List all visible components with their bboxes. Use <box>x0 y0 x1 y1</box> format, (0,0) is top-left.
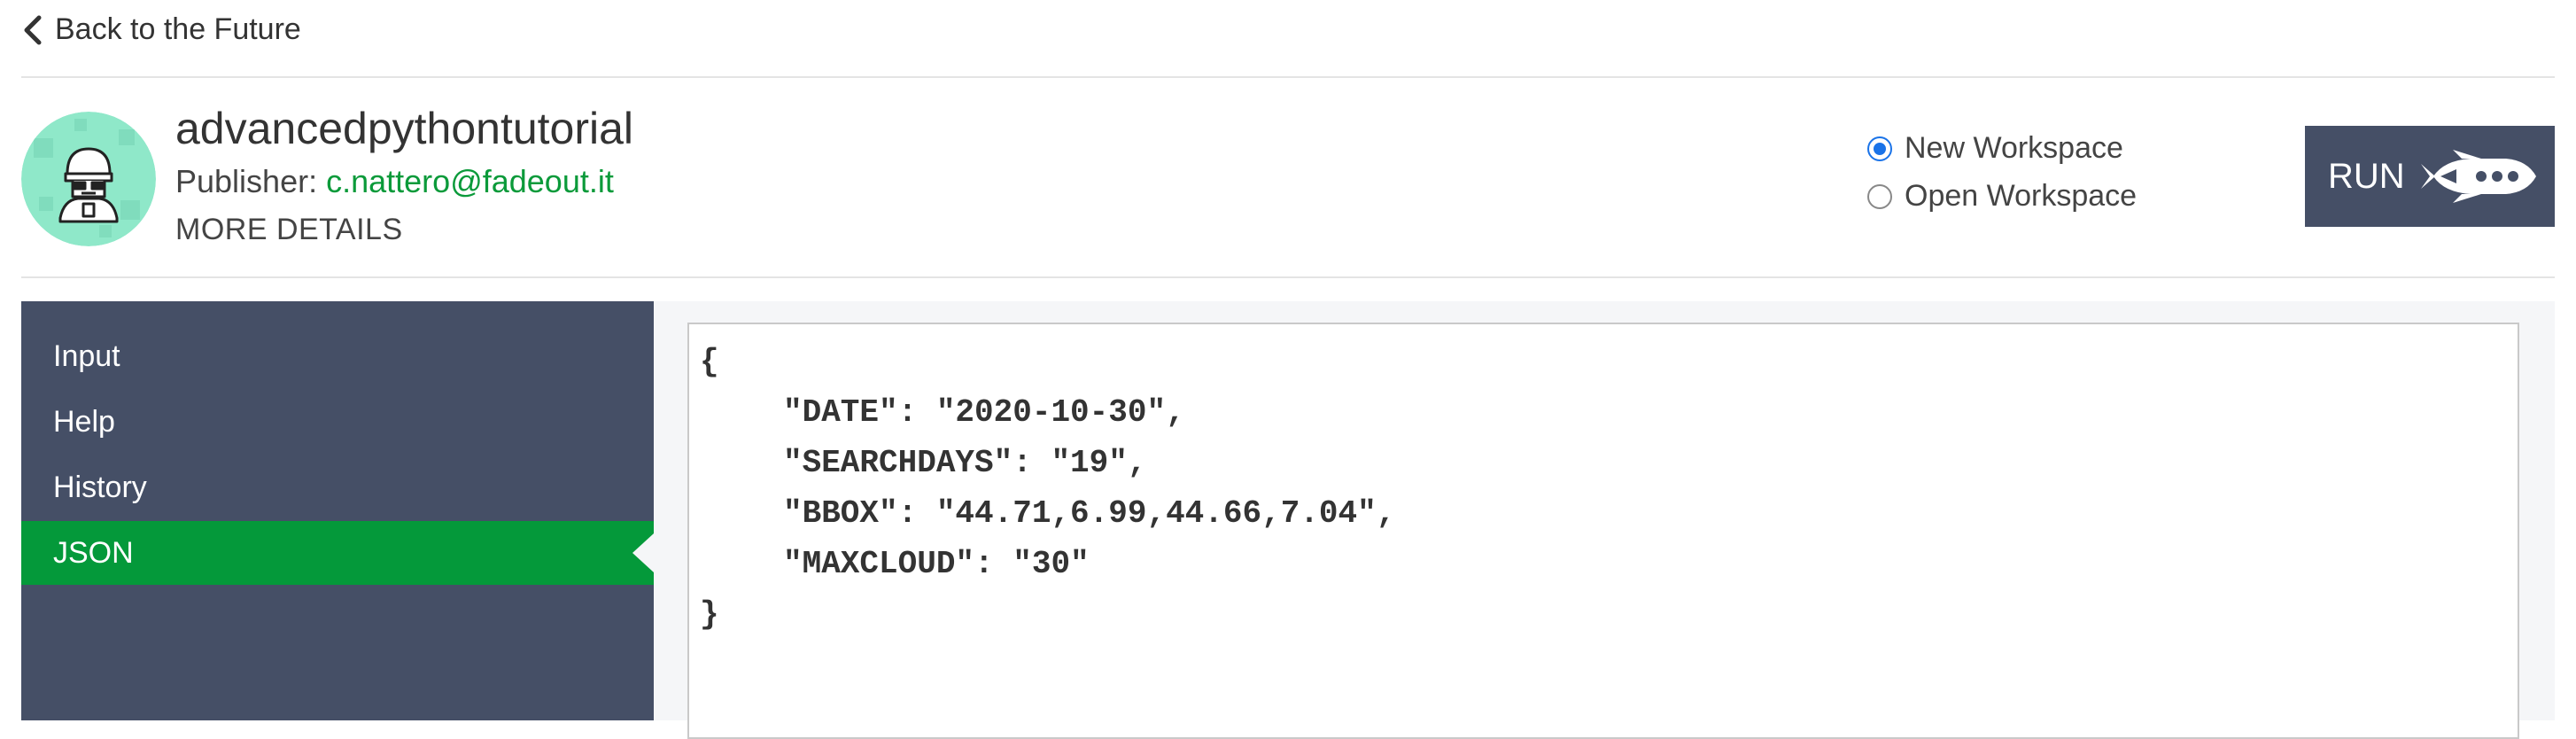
run-button[interactable]: RUN <box>2305 126 2555 227</box>
json-editor[interactable]: { "DATE": "2020-10-30", "SEARCHDAYS": "1… <box>687 323 2519 739</box>
json-line: "MAXCLOUD": "30" <box>783 546 1090 582</box>
more-details-link[interactable]: MORE DETAILS <box>175 213 403 247</box>
json-line: "SEARCHDAYS": "19", <box>783 445 1147 481</box>
json-line: "BBOX": "44.71,6.99,44.66,7.04", <box>783 495 1396 532</box>
sidebar-item-history[interactable]: History <box>21 455 654 519</box>
json-line: "DATE": "2020-10-30", <box>783 394 1185 431</box>
new-workspace-option[interactable]: New Workspace <box>1867 131 2123 166</box>
divider <box>21 276 2555 278</box>
open-workspace-option[interactable]: Open Workspace <box>1867 179 2137 214</box>
new-workspace-label: New Workspace <box>1905 131 2123 165</box>
chevron-left-icon <box>24 15 42 44</box>
sidebar-item-label: JSON <box>53 535 134 570</box>
run-button-label: RUN <box>2328 156 2405 196</box>
json-open-brace: { <box>700 344 719 380</box>
open-workspace-radio[interactable] <box>1867 183 1892 209</box>
stormtrooper-icon <box>21 112 156 246</box>
sidebar-item-label: Input <box>53 338 120 373</box>
publisher-email-link[interactable]: c.nattero@fadeout.it <box>326 163 614 199</box>
divider <box>21 76 2555 78</box>
sidebar-item-label: History <box>53 470 147 504</box>
avatar <box>21 112 156 246</box>
publisher-label: Publisher: <box>175 163 318 199</box>
sidebar-item-label: Help <box>53 404 115 439</box>
back-link[interactable]: Back to the Future <box>21 12 301 47</box>
json-close-brace: } <box>700 596 719 633</box>
new-workspace-radio[interactable] <box>1867 136 1892 161</box>
back-link-label: Back to the Future <box>55 12 301 46</box>
publisher-line: Publisher: c.nattero@fadeout.it <box>175 163 614 200</box>
sidebar-item-json[interactable]: JSON <box>21 521 654 585</box>
sidebar-item-input[interactable]: Input <box>21 324 654 388</box>
rocket-icon <box>2420 150 2536 203</box>
open-workspace-label: Open Workspace <box>1905 179 2138 213</box>
sidebar-item-help[interactable]: Help <box>21 390 654 454</box>
app-title: advancedpythontutorial <box>175 104 634 153</box>
sidebar: Input Help History JSON <box>21 301 654 720</box>
